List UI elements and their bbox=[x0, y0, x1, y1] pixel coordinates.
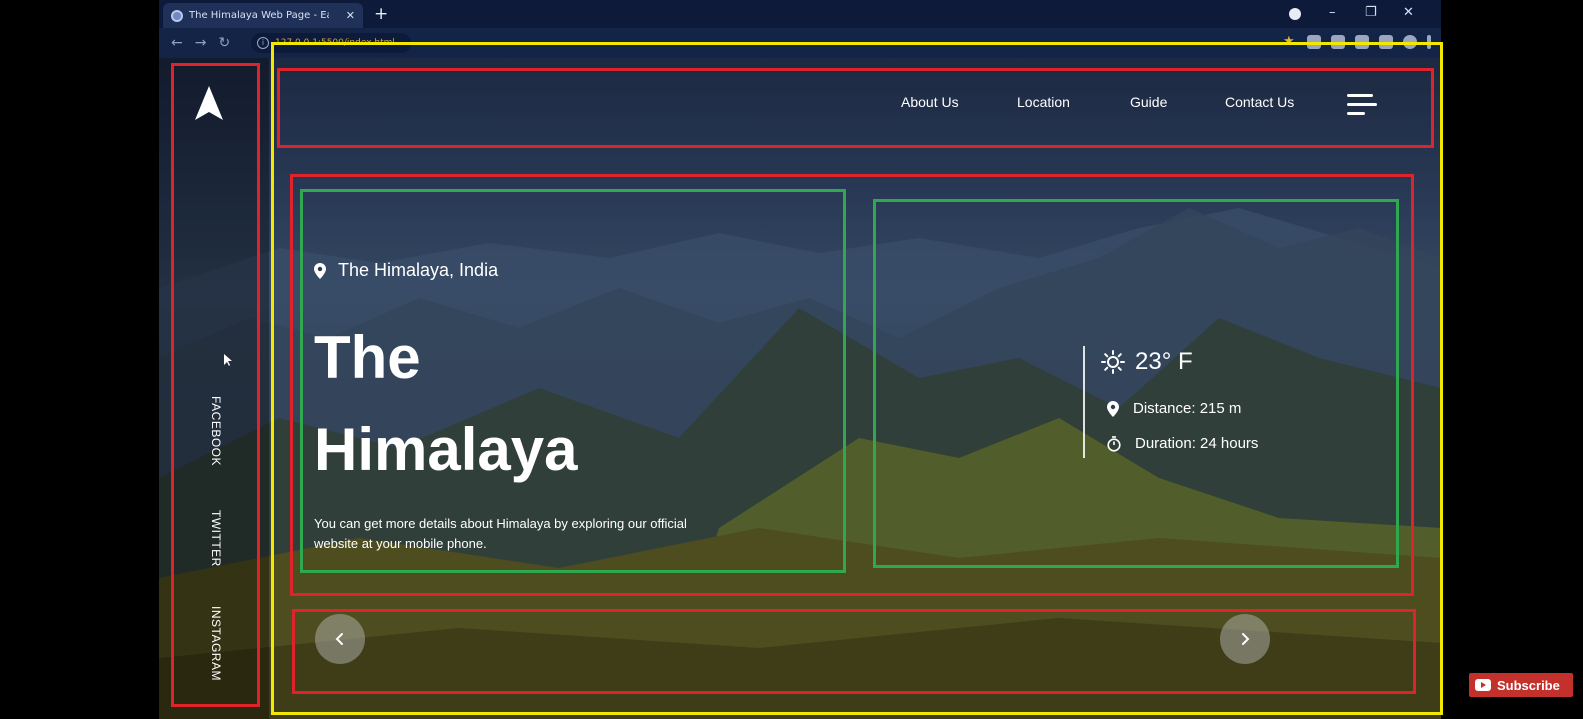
mouse-cursor-icon bbox=[224, 354, 232, 366]
location-row: The Himalaya, India bbox=[314, 260, 498, 281]
browser-tab[interactable]: The Himalaya Web Page - Easy T ✕ bbox=[163, 3, 363, 28]
globe-icon bbox=[171, 9, 183, 22]
minimize-button[interactable]: – bbox=[1329, 5, 1336, 20]
hero-description: You can get more details about Himalaya … bbox=[314, 516, 687, 551]
new-tab-button[interactable]: + bbox=[374, 4, 388, 24]
location-text: The Himalaya, India bbox=[338, 260, 499, 280]
extension-icons: ★ bbox=[1283, 35, 1431, 49]
twitter-link[interactable]: TWITTER bbox=[209, 510, 223, 567]
maximize-button[interactable]: ❐ bbox=[1365, 5, 1377, 20]
tab-close-icon[interactable]: ✕ bbox=[346, 9, 355, 22]
account-icon[interactable] bbox=[1403, 35, 1417, 49]
extension-icon[interactable] bbox=[1307, 35, 1321, 49]
hero-title-line1: The bbox=[314, 324, 421, 391]
nav-link-guide[interactable]: Guide bbox=[1130, 94, 1167, 110]
info-icon[interactable]: i bbox=[257, 37, 269, 49]
extension-icon[interactable] bbox=[1331, 35, 1345, 49]
distance-row: Distance: 215 m bbox=[1107, 400, 1241, 417]
navbar: About Us Location Guide Contact Us bbox=[277, 72, 1417, 136]
youtube-play-icon bbox=[1475, 679, 1491, 691]
forward-icon[interactable]: → bbox=[195, 35, 207, 51]
temperature-value: 23° F bbox=[1135, 348, 1193, 375]
tab-title: The Himalaya Web Page - Easy T bbox=[189, 10, 329, 21]
nav-link-location[interactable]: Location bbox=[1017, 94, 1070, 110]
browser-window: The Himalaya Web Page - Easy T ✕ + – ❐ ✕… bbox=[159, 0, 1441, 719]
sun-icon bbox=[1101, 350, 1125, 374]
subscribe-label: Subscribe bbox=[1497, 677, 1560, 693]
back-icon[interactable]: ← bbox=[171, 35, 183, 51]
prev-button[interactable] bbox=[315, 614, 365, 664]
divider bbox=[1083, 346, 1085, 458]
facebook-link[interactable]: FACEBOOK bbox=[209, 396, 223, 466]
distance-text: Distance: 215 m bbox=[1133, 400, 1242, 417]
nav-link-contact-us[interactable]: Contact Us bbox=[1225, 94, 1294, 110]
duration-row: Duration: 24 hours bbox=[1107, 435, 1258, 452]
nav-link-about-us[interactable]: About Us bbox=[901, 94, 959, 110]
navigation-arrow-icon[interactable] bbox=[195, 86, 223, 120]
hero-content: The Himalaya, India The Himalaya You can… bbox=[302, 190, 832, 568]
browser-toolbar: ← → ↻ i 127.0.0.1:5500/index.html ★ bbox=[159, 28, 1441, 58]
duration-text: Duration: 24 hours bbox=[1135, 435, 1259, 452]
sidebar: FACEBOOK TWITTER INSTAGRAM bbox=[159, 58, 269, 719]
location-pin-icon bbox=[314, 262, 326, 279]
reload-icon[interactable]: ↻ bbox=[218, 35, 230, 51]
close-window-button[interactable]: ✕ bbox=[1403, 5, 1414, 20]
slider-controls bbox=[292, 606, 1402, 686]
temperature-row: 23° F bbox=[1101, 348, 1193, 376]
profile-icon[interactable] bbox=[1289, 8, 1301, 20]
subscribe-button[interactable]: Subscribe bbox=[1469, 673, 1573, 697]
next-button[interactable] bbox=[1220, 614, 1270, 664]
stopwatch-icon bbox=[1107, 435, 1121, 452]
instagram-link[interactable]: INSTAGRAM bbox=[209, 606, 223, 681]
address-text: 127.0.0.1:5500/index.html bbox=[275, 38, 395, 48]
chevron-left-icon bbox=[335, 633, 343, 645]
more-menu-icon[interactable] bbox=[1427, 35, 1431, 49]
web-page: FACEBOOK TWITTER INSTAGRAM About Us Loca… bbox=[159, 58, 1441, 719]
extension-icon[interactable] bbox=[1379, 35, 1393, 49]
chevron-right-icon bbox=[1242, 633, 1250, 645]
location-pin-icon bbox=[1107, 400, 1119, 417]
address-bar[interactable]: i 127.0.0.1:5500/index.html bbox=[251, 33, 411, 53]
tab-bar: The Himalaya Web Page - Easy T ✕ + – ❐ ✕ bbox=[159, 0, 1441, 28]
bookmark-star-icon[interactable]: ★ bbox=[1283, 35, 1297, 49]
extension-icon[interactable] bbox=[1355, 35, 1369, 49]
info-panel: 23° F Distance: 215 m Duration: 24 hours bbox=[867, 200, 1387, 562]
hero-title-line2: Himalaya bbox=[314, 416, 578, 483]
hamburger-menu-icon[interactable] bbox=[1347, 92, 1377, 118]
